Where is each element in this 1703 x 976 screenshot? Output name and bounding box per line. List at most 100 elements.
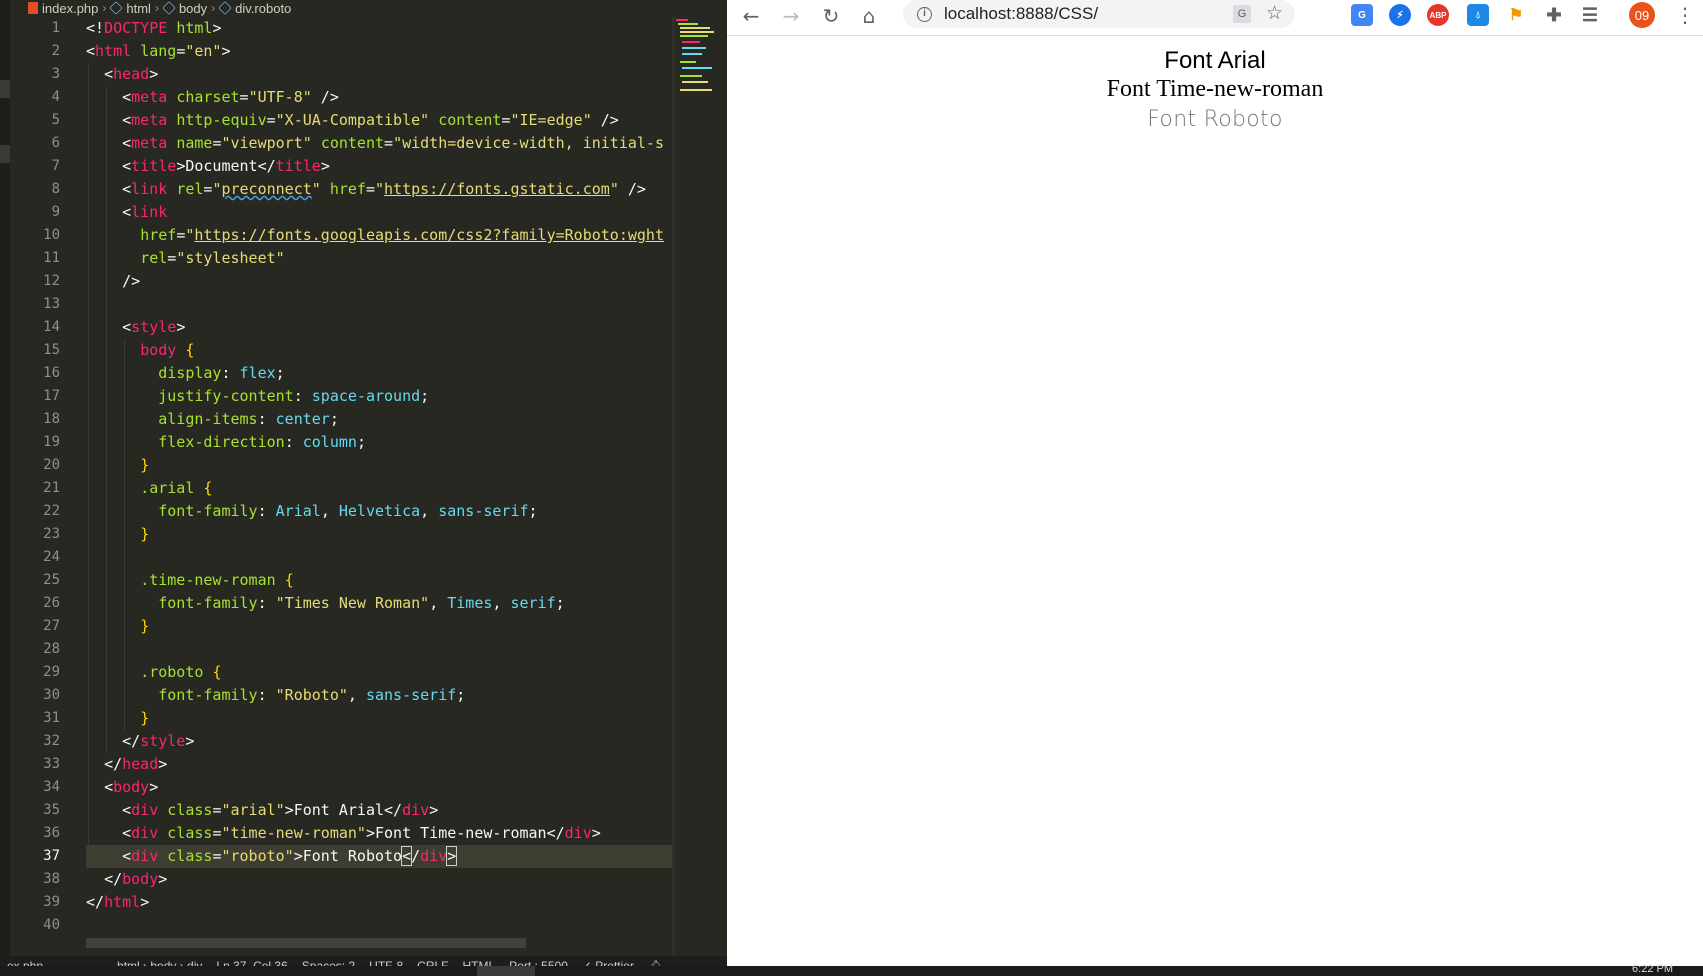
code-line: <style> xyxy=(122,318,186,336)
line-number: 2 xyxy=(51,43,60,59)
line-number: 3 xyxy=(51,66,60,82)
code-editor[interactable]: index.php › html › body › div.roboto 123… xyxy=(0,0,727,976)
code-line: rel="stylesheet" xyxy=(140,249,285,267)
line-number: 14 xyxy=(43,319,60,335)
rendered-page: Font Arial Font Time-new-roman Font Robo… xyxy=(727,36,1703,966)
breadcrumb-item-body[interactable]: body xyxy=(179,1,207,16)
browser-window: ← → ↻ ⌂ i localhost:8888/CSS/ G ☆ G ⚡︎ A… xyxy=(727,0,1703,966)
line-number: 7 xyxy=(51,158,60,174)
breadcrumb: index.php › html › body › div.roboto xyxy=(10,0,727,16)
horizontal-scrollbar[interactable] xyxy=(86,938,526,948)
breadcrumb-item-div[interactable]: div.roboto xyxy=(235,1,291,16)
translate-ext-icon[interactable]: G xyxy=(1351,4,1373,26)
line-number: 19 xyxy=(43,434,60,450)
line-number: 9 xyxy=(51,204,60,220)
code-line: <head> xyxy=(104,65,159,83)
more-menu-icon[interactable]: ⋮ xyxy=(1675,2,1695,30)
code-line: display: flex; xyxy=(158,364,285,382)
code-line: } xyxy=(140,525,150,543)
home-icon[interactable]: ⌂ xyxy=(855,2,883,30)
playlist-icon[interactable]: ☰ xyxy=(1579,4,1601,26)
code-line: <body> xyxy=(104,778,159,796)
taskbar-clock: 6:22 PM xyxy=(1632,963,1673,975)
code-line: <link xyxy=(122,203,168,221)
forward-arrow-icon[interactable]: → xyxy=(777,2,805,30)
avatar[interactable]: 09 xyxy=(1629,2,1655,28)
line-number-gutter: 1 2 3 4 5 6 7 8 9 10 11 12 13 14 15 16 17 18 19 20 21 22 23 24 2… xyxy=(10,17,70,937)
line-number: 6 xyxy=(51,135,60,151)
font-roboto-text: Font Roboto xyxy=(1147,107,1283,132)
code-line: .arial { xyxy=(140,479,213,497)
breadcrumb-item-html[interactable]: html xyxy=(126,1,151,16)
reload-icon[interactable]: ↻ xyxy=(817,2,845,30)
star-icon[interactable]: ☆ xyxy=(1266,2,1283,24)
code-line: /> xyxy=(86,272,141,290)
info-icon[interactable]: i xyxy=(917,6,932,22)
code-area[interactable]: <!DOCTYPE html> <html lang="en"> <head> … xyxy=(86,17,672,937)
line-number: 33 xyxy=(43,756,60,772)
code-line: } xyxy=(140,456,150,474)
code-line: <!DOCTYPE html> xyxy=(86,19,222,37)
line-number: 28 xyxy=(43,641,60,657)
code-line: <title>Document</title> xyxy=(122,157,330,175)
line-number: 18 xyxy=(43,411,60,427)
line-number: 11 xyxy=(43,250,60,266)
line-number: 13 xyxy=(43,296,60,312)
code-line: <meta name="viewport" content="width=dev… xyxy=(122,134,664,152)
code-line: <link rel="preconnect" href="https://fon… xyxy=(122,180,646,198)
line-number: 29 xyxy=(43,664,60,680)
line-number: 24 xyxy=(43,549,60,565)
activity-marker xyxy=(0,80,10,98)
line-number: 32 xyxy=(43,733,60,749)
font-arial-text: Font Arial xyxy=(1164,47,1266,74)
font-times-text: Font Time-new-roman xyxy=(1106,76,1324,102)
taskbar: 6:22 PM xyxy=(0,963,1703,976)
line-number: 34 xyxy=(43,779,60,795)
puzzle-icon[interactable]: ✚ xyxy=(1543,4,1565,26)
vertical-scrollbar[interactable] xyxy=(672,17,675,960)
tag-ext-icon[interactable]: ⚑ xyxy=(1505,4,1527,26)
code-line: .roboto { xyxy=(140,663,222,681)
code-line: } xyxy=(140,617,150,635)
element-icon xyxy=(109,1,124,15)
minimap[interactable] xyxy=(674,17,720,97)
line-number: 31 xyxy=(43,710,60,726)
code-line: </html> xyxy=(86,893,150,911)
code-line: href="https://fonts.googleapis.com/css2?… xyxy=(140,226,664,244)
code-line: font-family: Arial, Helvetica, sans-seri… xyxy=(158,502,538,520)
url-text[interactable]: localhost:8888/CSS/ xyxy=(944,4,1098,24)
line-number: 35 xyxy=(43,802,60,818)
chevron-right-icon: › xyxy=(211,1,216,15)
code-line: <div class="time-new-roman">Font Time-ne… xyxy=(122,824,601,842)
element-icon xyxy=(218,1,232,15)
taskbar-item[interactable] xyxy=(477,966,535,976)
line-number: 25 xyxy=(43,572,60,588)
translate-icon[interactable]: G xyxy=(1233,5,1251,23)
address-bar[interactable]: i localhost:8888/CSS/ G ☆ xyxy=(903,0,1295,28)
code-line: flex-direction: column; xyxy=(158,433,366,451)
line-number: 27 xyxy=(43,618,60,634)
line-number: 26 xyxy=(43,595,60,611)
line-number: 30 xyxy=(43,687,60,703)
back-arrow-icon[interactable]: ← xyxy=(737,2,765,30)
html-file-icon xyxy=(28,2,38,14)
line-number: 23 xyxy=(43,526,60,542)
activity-marker xyxy=(0,145,10,163)
drop-ext-icon[interactable]: 💧︎ xyxy=(1467,4,1489,26)
adblock-icon[interactable]: ABP xyxy=(1427,4,1449,26)
breadcrumb-item-file[interactable]: index.php xyxy=(42,1,98,16)
code-line: <html lang="en"> xyxy=(86,42,231,60)
line-number: 16 xyxy=(43,365,60,381)
code-line: </body> xyxy=(104,870,168,888)
line-number: 8 xyxy=(51,181,60,197)
line-number: 39 xyxy=(43,894,60,910)
code-line: <div class="arial">Font Arial</div> xyxy=(122,801,439,819)
lightning-ext-icon[interactable]: ⚡︎ xyxy=(1389,4,1411,26)
code-line: justify-content: space-around; xyxy=(158,387,430,405)
line-number: 4 xyxy=(51,89,60,105)
code-line: font-family: "Times New Roman", Times, s… xyxy=(158,594,565,612)
